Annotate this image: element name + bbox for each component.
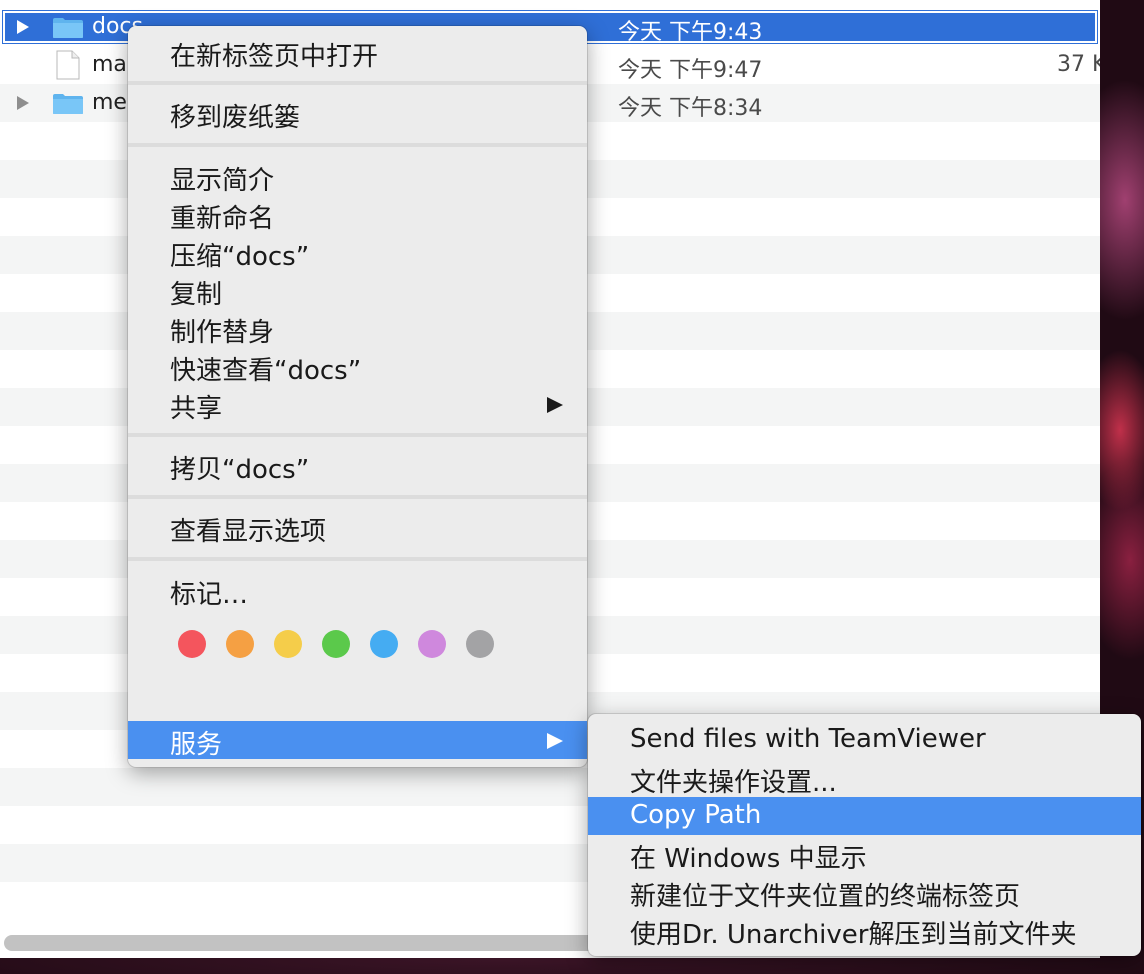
submenu-item-show-in-windows[interactable]: 在 Windows 中显示 bbox=[588, 835, 1141, 874]
menu-item-label: 制作替身 bbox=[170, 318, 275, 348]
date-modified: 今天 下午9:47 bbox=[618, 58, 763, 83]
menu-item-label: 文件夹操作设置... bbox=[630, 768, 837, 798]
menu-item-label: 快速查看“docs” bbox=[170, 356, 362, 386]
horizontal-scrollbar[interactable] bbox=[4, 935, 624, 951]
menu-item-label: 拷贝“docs” bbox=[170, 455, 310, 485]
document-icon bbox=[56, 50, 80, 80]
menu-item-label: 压缩“docs” bbox=[170, 242, 310, 272]
menu-item-label: 显示简介 bbox=[170, 166, 275, 196]
menu-item-label: 在 Windows 中显示 bbox=[630, 844, 867, 874]
menu-item-label: 共享 bbox=[170, 394, 223, 424]
submenu-item-copy-path[interactable]: Copy Path bbox=[588, 797, 1141, 835]
tag-blue-swatch[interactable] bbox=[370, 630, 398, 658]
disclosure-triangle-icon[interactable] bbox=[17, 96, 29, 110]
date-modified: 今天 下午8:34 bbox=[618, 96, 763, 121]
menu-item-compress[interactable]: 压缩“docs” bbox=[128, 233, 587, 272]
tag-purple-swatch[interactable] bbox=[418, 630, 446, 658]
services-submenu: Send files with TeamViewer 文件夹操作设置... Co… bbox=[588, 714, 1141, 956]
submenu-arrow-icon bbox=[547, 397, 563, 413]
menu-item-copy[interactable]: 拷贝“docs” bbox=[128, 446, 587, 485]
menu-item-label: 使用Dr. Unarchiver解压到当前文件夹 bbox=[630, 920, 1077, 950]
menu-item-tags[interactable]: 标记… bbox=[128, 571, 587, 610]
menu-item-make-alias[interactable]: 制作替身 bbox=[128, 309, 587, 348]
menu-item-services[interactable]: 服务 bbox=[128, 721, 587, 760]
menu-item-duplicate[interactable]: 复制 bbox=[128, 271, 587, 310]
menu-item-label: 复制 bbox=[170, 280, 223, 310]
submenu-item-new-terminal-tab[interactable]: 新建位于文件夹位置的终端标签页 bbox=[588, 873, 1141, 912]
file-size: 37 K bbox=[1057, 52, 1100, 77]
folder-icon bbox=[53, 18, 83, 38]
menu-separator bbox=[128, 495, 587, 499]
folder-icon bbox=[53, 94, 83, 114]
context-menu: 在新标签页中打开 移到废纸篓 显示简介 重新命名 压缩“docs” 复制 制作替… bbox=[128, 26, 587, 767]
tag-gray-swatch[interactable] bbox=[466, 630, 494, 658]
menu-item-rename[interactable]: 重新命名 bbox=[128, 195, 587, 234]
file-name: me bbox=[92, 90, 127, 115]
menu-item-move-to-trash[interactable]: 移到废纸篓 bbox=[128, 94, 587, 133]
menu-item-label: Send files with TeamViewer bbox=[630, 724, 986, 754]
menu-item-share[interactable]: 共享 bbox=[128, 385, 587, 424]
tag-red-swatch[interactable] bbox=[178, 630, 206, 658]
tag-orange-swatch[interactable] bbox=[226, 630, 254, 658]
tag-yellow-swatch[interactable] bbox=[274, 630, 302, 658]
file-name: mai bbox=[92, 52, 134, 77]
menu-item-label: 查看显示选项 bbox=[170, 517, 327, 547]
submenu-item-unarchive-here[interactable]: 使用Dr. Unarchiver解压到当前文件夹 bbox=[588, 911, 1141, 950]
menu-item-open-in-new-tab[interactable]: 在新标签页中打开 bbox=[128, 33, 587, 72]
menu-item-label: 服务 bbox=[170, 730, 223, 760]
menu-item-label: 新建位于文件夹位置的终端标签页 bbox=[630, 882, 1021, 912]
menu-separator bbox=[128, 143, 587, 147]
menu-separator bbox=[128, 557, 587, 561]
menu-item-get-info[interactable]: 显示简介 bbox=[128, 157, 587, 196]
menu-item-label: 重新命名 bbox=[170, 204, 275, 234]
menu-item-label: 移到废纸篓 bbox=[170, 103, 301, 133]
submenu-arrow-icon bbox=[547, 733, 563, 749]
menu-item-label: 标记… bbox=[170, 580, 249, 610]
menu-item-label: Copy Path bbox=[630, 800, 762, 830]
disclosure-triangle-icon[interactable] bbox=[17, 20, 29, 34]
menu-item-show-view-options[interactable]: 查看显示选项 bbox=[128, 508, 587, 547]
menu-item-quick-look[interactable]: 快速查看“docs” bbox=[128, 347, 587, 386]
menu-separator bbox=[128, 81, 587, 85]
menu-item-label: 在新标签页中打开 bbox=[170, 42, 379, 72]
tag-green-swatch[interactable] bbox=[322, 630, 350, 658]
submenu-item-send-files-teamviewer[interactable]: Send files with TeamViewer bbox=[588, 721, 1141, 759]
menu-separator bbox=[128, 433, 587, 437]
submenu-item-folder-actions-setup[interactable]: 文件夹操作设置... bbox=[588, 759, 1141, 798]
date-modified: 今天 下午9:43 bbox=[618, 20, 763, 45]
